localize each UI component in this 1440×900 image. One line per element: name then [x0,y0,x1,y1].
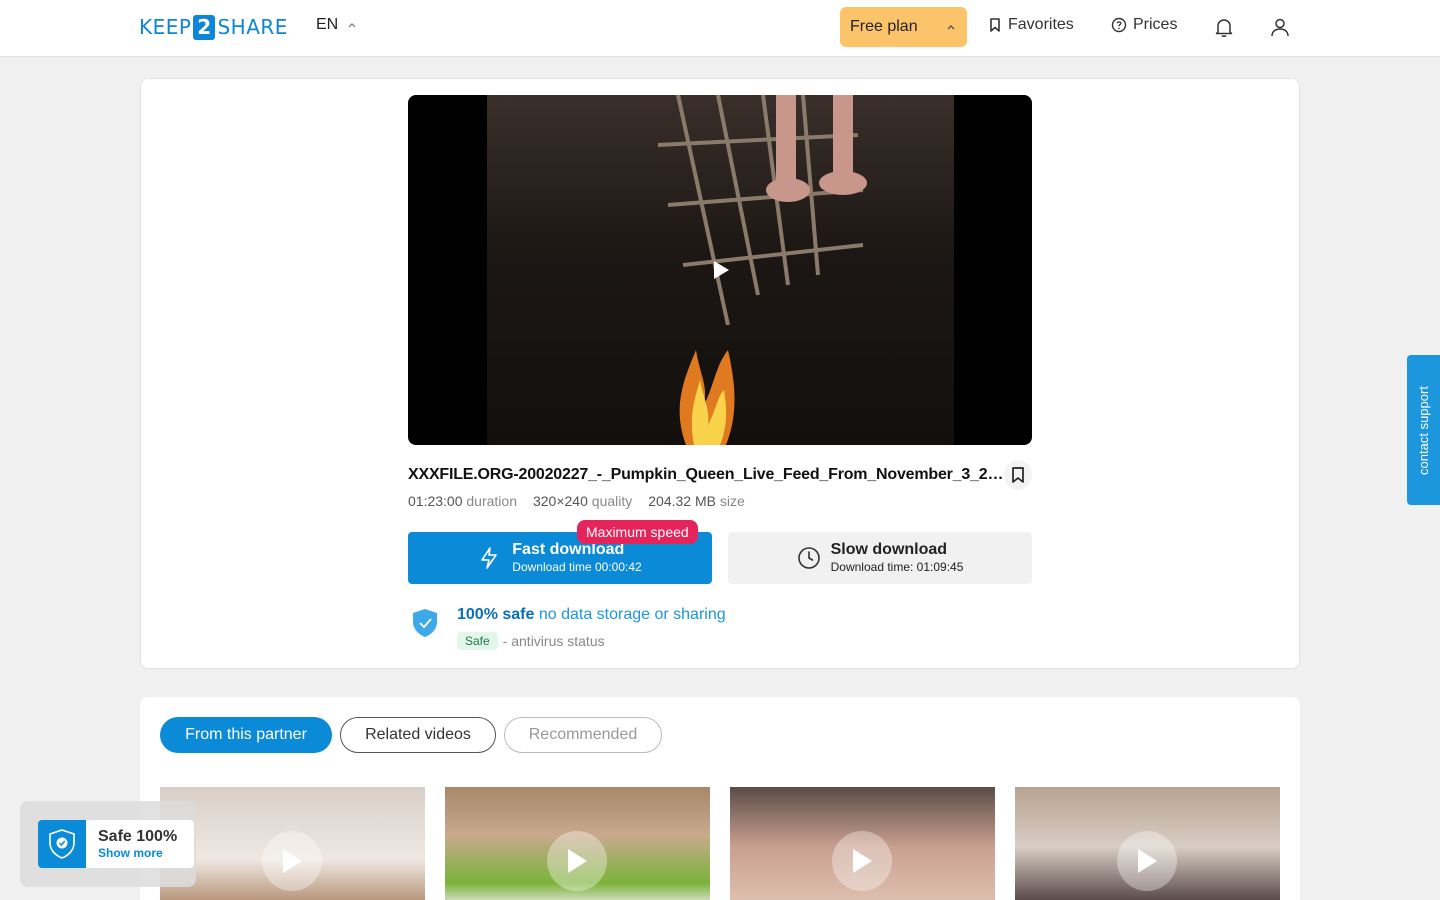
slow-download-text: Slow download Download time: 01:09:45 [831,541,964,575]
duration-info: 01:23:00 duration [408,493,517,509]
top-header: KEEP 2 SHARE EN Free plan Favorites Pric… [0,0,1440,57]
size-label: size [719,493,745,509]
video-still-image [657,95,867,325]
safety-description: no data storage or sharing [538,606,726,623]
antivirus-status-text: - antivirus status [502,633,605,649]
language-label: EN [316,16,339,33]
tab-recommended[interactable]: Recommended [504,717,662,753]
maximum-speed-badge: Maximum speed [577,520,698,544]
play-icon[interactable] [712,260,730,280]
quality-value: 320×240 [532,493,588,509]
lightning-icon [481,547,498,569]
quality-label: quality [591,493,633,509]
play-icon [1117,831,1177,891]
logo-text-keep: KEEP [139,15,192,39]
duration-label: duration [466,493,517,509]
favorites-label: Favorites [1008,16,1074,33]
bookmark-icon [1012,467,1024,483]
shield-check-icon [413,609,437,637]
size-value: 204.32 MB [648,493,716,509]
video-thumbnail[interactable] [730,787,995,900]
chevron-up-icon [947,25,955,30]
user-icon [1271,18,1289,37]
show-more-link[interactable]: Show more [98,846,177,860]
file-meta: 01:23:00 duration 320×240 quality 204.32… [408,493,745,509]
safe-widget[interactable]: Safe 100% Show more [38,820,194,868]
tab-related-videos[interactable]: Related videos [340,717,496,753]
video-thumbnail[interactable] [1015,787,1280,900]
contact-support-tab[interactable]: contact support [1407,355,1440,505]
keep2share-logo[interactable]: KEEP 2 SHARE [139,14,288,40]
safety-info: 100% safe no data storage or sharing Saf… [408,604,808,654]
help-circle-icon [1111,17,1127,33]
bell-icon [1215,19,1233,37]
tab-label: From this partner [185,726,307,743]
add-to-favorites-button[interactable] [1004,460,1032,490]
safety-line: 100% safe no data storage or sharing [457,606,726,624]
contact-support-label: contact support [1416,385,1432,475]
antivirus-status: Safe - antivirus status [457,632,605,650]
account-button[interactable] [1267,14,1293,40]
slow-download-button[interactable]: Slow download Download time: 01:09:45 [728,532,1032,584]
language-selector[interactable]: EN [316,16,358,34]
fire-image [679,350,735,445]
shield-check-icon [38,820,86,868]
plan-label: Free plan [850,18,918,35]
favorites-link[interactable]: Favorites [988,16,1074,34]
status-badge: Safe [457,632,498,650]
quality-info: 320×240 quality [533,493,632,509]
bookmark-icon [990,18,1000,32]
slow-download-time: Download time: 01:09:45 [830,560,964,574]
tab-label: Recommended [528,726,638,743]
tab-label: Related videos [365,726,471,743]
prices-link[interactable]: Prices [1111,16,1177,34]
free-plan-button[interactable]: Free plan [840,7,967,47]
fast-download-time: Download time 00:00:42 [512,560,642,574]
play-icon [262,831,322,891]
duration-value: 01:23:00 [408,493,463,509]
prices-label: Prices [1133,16,1178,33]
safe-widget-title: Safe 100% [98,828,178,845]
tab-from-this-partner[interactable]: From this partner [160,717,332,753]
clock-icon [797,547,820,569]
fast-download-text: Fast download Download time 00:00:42 [512,541,641,575]
logo-text-share: SHARE [217,15,288,39]
safe-widget-text: Safe 100% Show more [86,828,177,860]
video-preview[interactable] [408,95,1032,445]
video-thumbnail[interactable] [445,787,710,900]
size-info: 204.32 MB size [648,493,745,509]
slow-download-title: Slow download [830,541,948,558]
file-title: XXXFILE.ORG-20020227_-_Pumpkin_Queen_Liv… [408,466,1005,483]
logo-text-two: 2 [193,14,216,40]
video-thumbnail[interactable] [160,787,425,900]
safety-strong: 100% safe [457,606,535,623]
play-icon [547,831,607,891]
notifications-button[interactable] [1211,14,1237,40]
chevron-up-icon [348,23,356,28]
play-icon [832,831,892,891]
file-title-row: XXXFILE.ORG-20020227_-_Pumpkin_Queen_Liv… [408,460,1032,490]
